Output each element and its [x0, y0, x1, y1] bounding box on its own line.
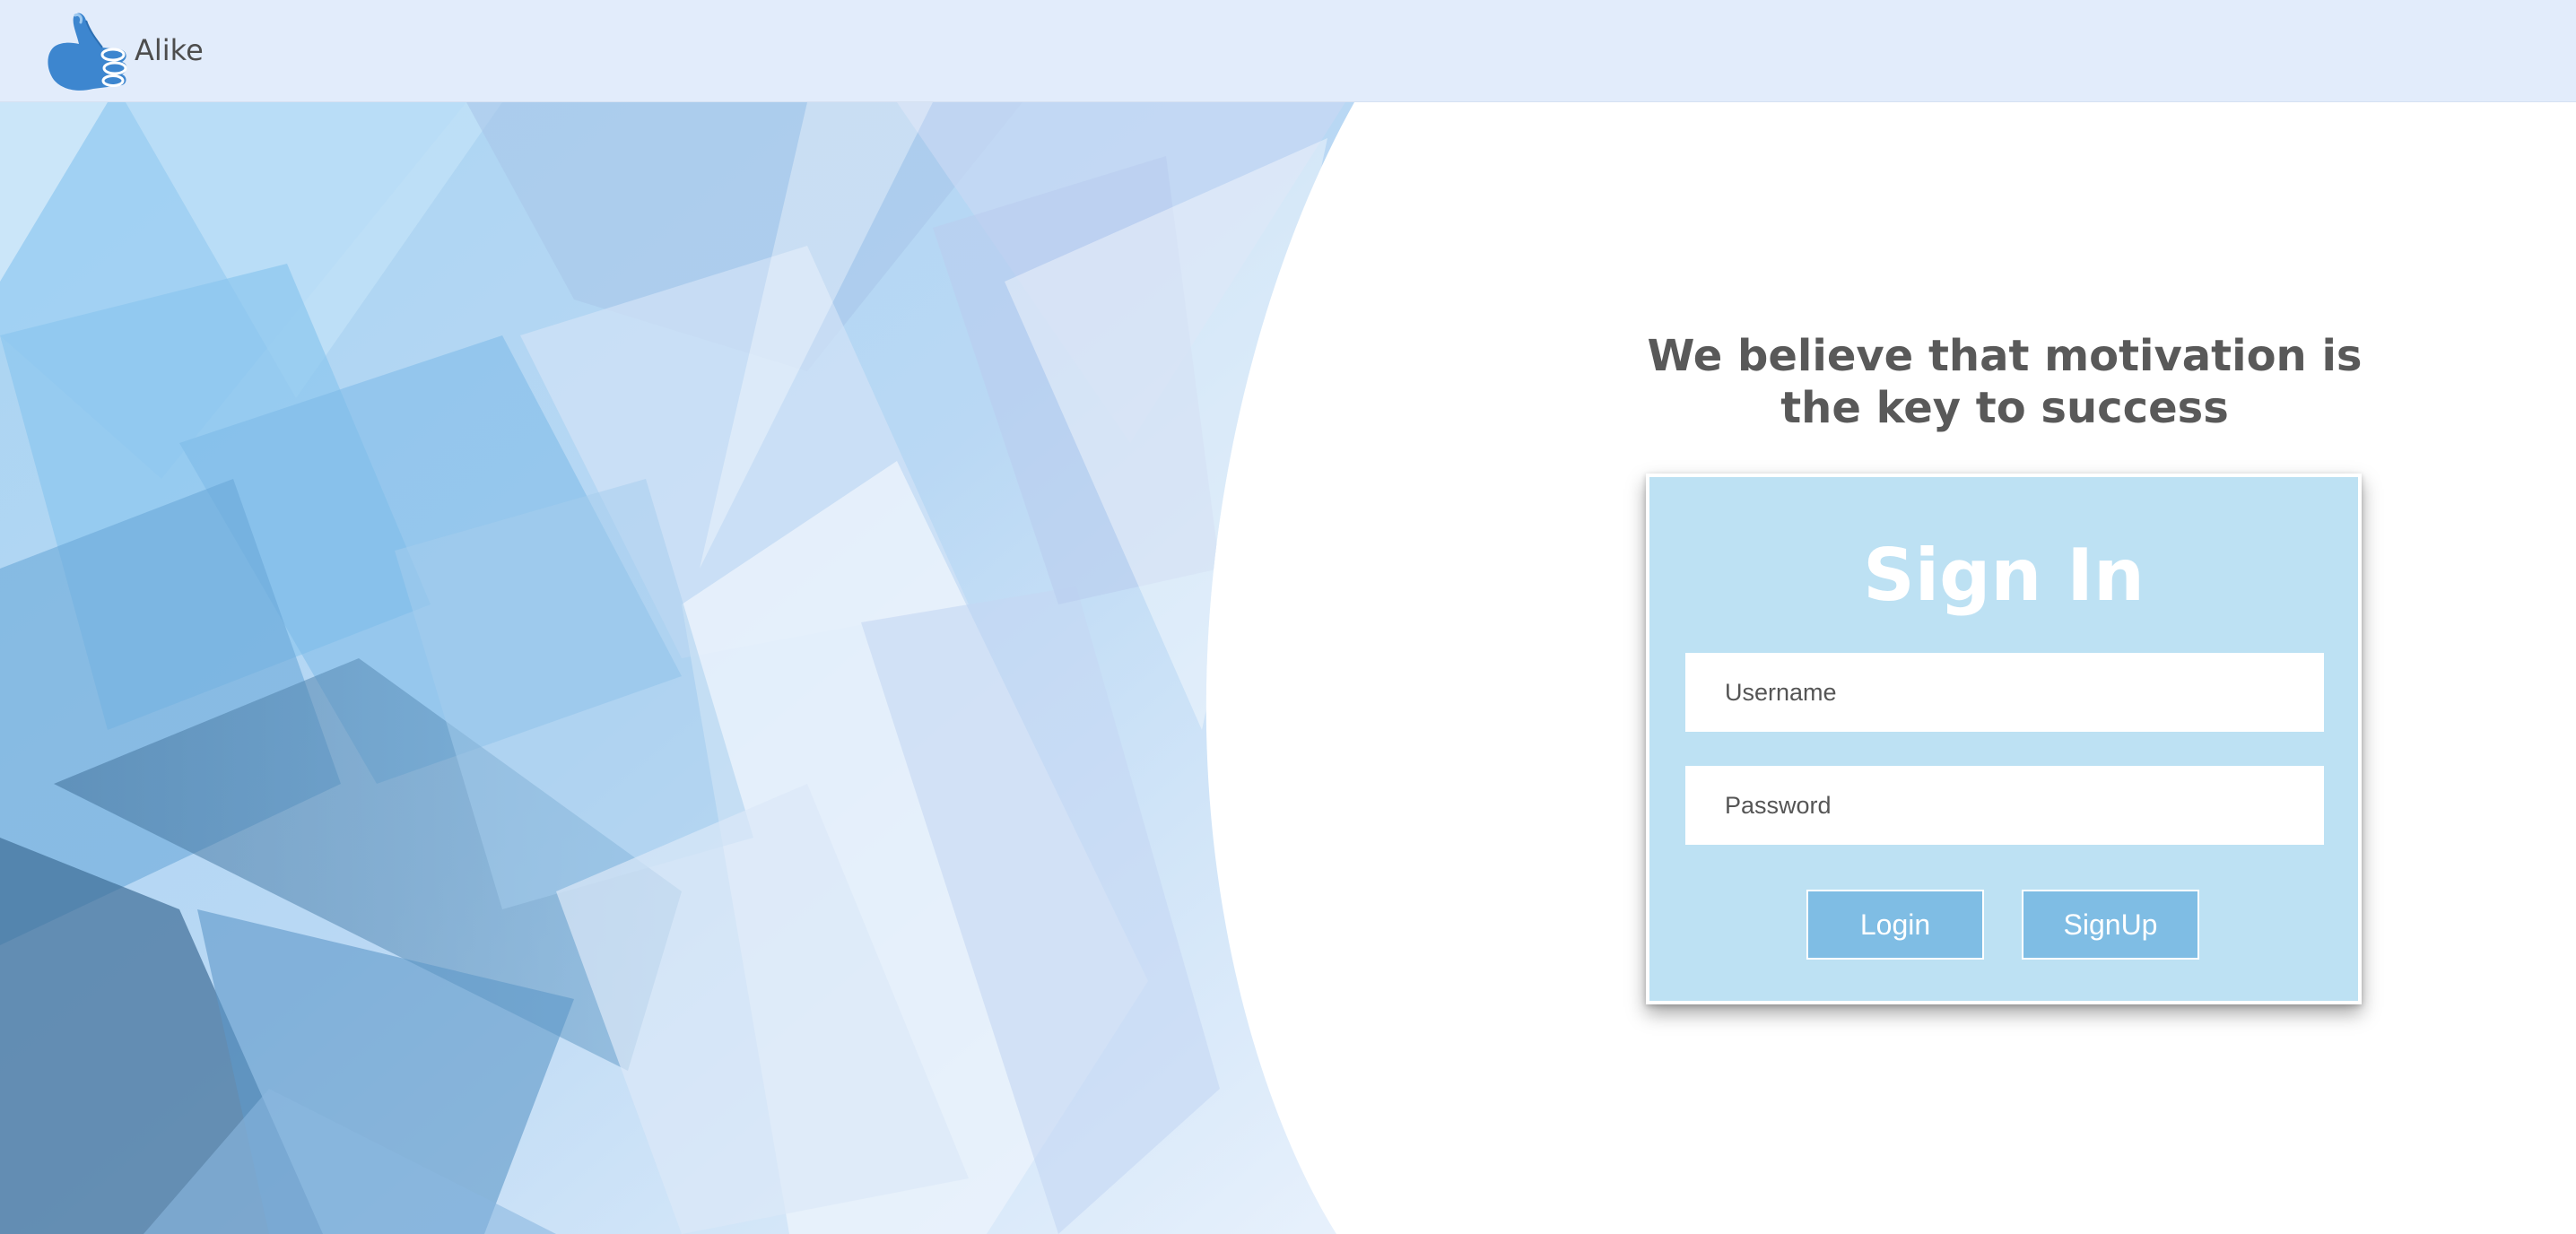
- thumbs-up-icon: [48, 13, 127, 91]
- signup-button[interactable]: SignUp: [2022, 890, 2199, 960]
- login-button[interactable]: Login: [1806, 890, 1984, 960]
- brand-name: Alike: [135, 33, 204, 67]
- hero-background-image: [0, 102, 1363, 1234]
- sign-in-title: Sign In: [1863, 534, 2145, 617]
- brand-link[interactable]: Alike: [39, 4, 204, 95]
- username-input[interactable]: [1685, 653, 2324, 732]
- tagline-heading: We believe that motivation is the key to…: [1647, 331, 2363, 433]
- top-navbar: Alike: [0, 0, 2576, 102]
- sign-in-card: Sign In Login SignUp: [1646, 474, 2362, 1004]
- password-input[interactable]: [1685, 766, 2324, 845]
